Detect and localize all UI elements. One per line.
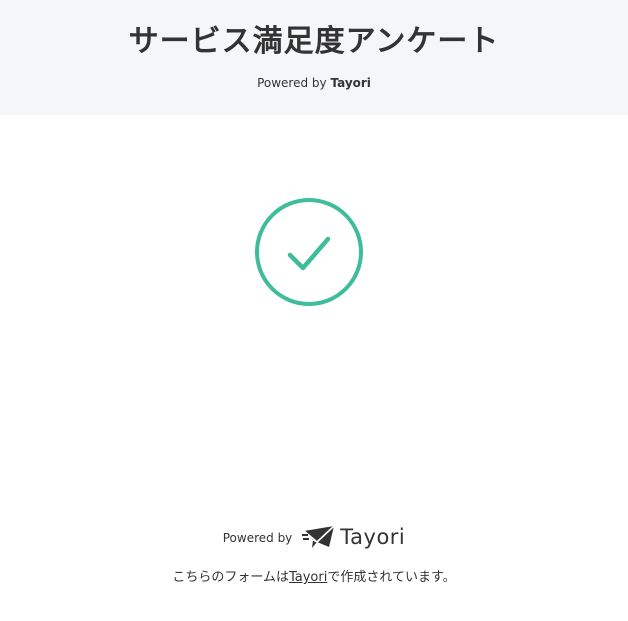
tayori-logo-text: Tayori — [340, 525, 406, 549]
check-circle-icon — [254, 197, 364, 307]
powered-by-prefix: Powered by — [257, 76, 331, 90]
tayori-logo-icon — [302, 524, 336, 550]
footer-powered-label: Powered by — [222, 531, 293, 545]
powered-by-brand: Tayori — [330, 76, 371, 90]
form-header: サービス満足度アンケート Powered by Tayori — [0, 0, 628, 115]
footer-note-suffix: で作成されています。 — [327, 570, 456, 585]
footer-note-prefix: こちらのフォームは — [172, 570, 289, 585]
powered-by-header: Powered by Tayori — [0, 75, 628, 91]
form-title: サービス満足度アンケート — [128, 24, 500, 59]
footer-powered-by[interactable]: Powered by Tayori — [0, 522, 628, 552]
tayori-link[interactable]: Tayori — [289, 570, 327, 585]
footer-note: こちらのフォームはTayoriで作成されています。 — [0, 569, 628, 587]
